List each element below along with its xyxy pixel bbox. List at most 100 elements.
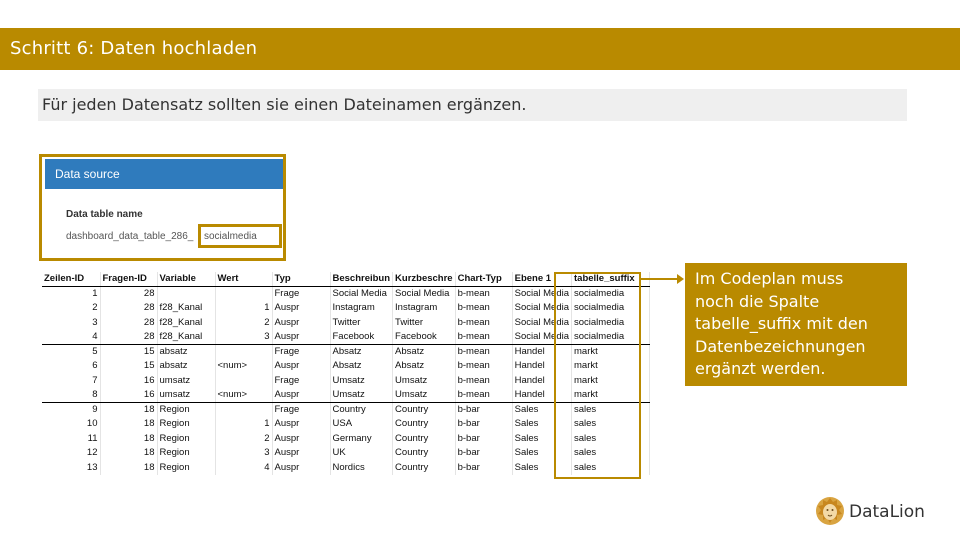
table-cell: Country — [392, 402, 456, 417]
data-source-title: Data source — [55, 167, 120, 181]
codeplan-table: Zeilen-ID Fragen-ID Variable Wert Typ Beschre… — [42, 272, 650, 475]
table-cell: b-bar — [455, 417, 513, 432]
table-cell: sales — [571, 460, 650, 475]
table-cell: b-mean — [455, 286, 513, 301]
table-cell: UK — [330, 446, 394, 461]
table-cell: Sales — [512, 431, 573, 446]
table-cell: 18 — [100, 402, 158, 417]
column-header: Fragen-ID — [100, 272, 158, 287]
table-cell: sales — [571, 402, 650, 417]
table-cell — [157, 286, 216, 301]
table-cell: Frage — [272, 373, 331, 388]
table-cell: Social Media — [512, 330, 573, 345]
slide-subtitle: Für jeden Datensatz sollten sie einen Da… — [42, 95, 527, 114]
table-cell: Frage — [272, 402, 331, 417]
table-cell: 28 — [100, 286, 158, 301]
table-cell: sales — [571, 431, 650, 446]
table-cell: 11 — [42, 431, 101, 446]
data-table-name-input[interactable] — [198, 224, 282, 248]
column-header: Chart-Typ — [455, 272, 513, 287]
table-row: 13 18 Region 4 Auspr Nordics Country b-bar Sales… — [42, 460, 650, 475]
table-cell: Auspr — [272, 417, 331, 432]
table-cell: Frage — [272, 286, 331, 301]
table-cell: Social Media — [392, 286, 456, 301]
table-cell: Germany — [330, 431, 394, 446]
column-header: Beschreibun — [330, 272, 394, 287]
table-cell — [215, 402, 273, 417]
table-cell: Country — [330, 402, 394, 417]
table-cell: Umsatz — [330, 373, 394, 388]
table-cell: 7 — [42, 373, 101, 388]
table-cell: markt — [571, 359, 650, 374]
table-cell: Twitter — [392, 315, 456, 330]
table-cell: umsatz — [157, 373, 216, 388]
table-cell: 2 — [215, 315, 273, 330]
table-cell: sales — [571, 446, 650, 461]
table-row: 7 16 umsatz Frage Umsatz Umsatz b-mean Handel ma… — [42, 373, 650, 388]
table-cell: Sales — [512, 417, 573, 432]
table-cell: 28 — [100, 315, 158, 330]
table-cell: Social Media — [512, 301, 573, 316]
table-cell: 9 — [42, 402, 101, 417]
table-cell: 13 — [42, 460, 101, 475]
table-cell: f28_Kanal — [157, 330, 216, 345]
table-cell: markt — [571, 388, 650, 403]
table-cell: 28 — [100, 301, 158, 316]
table-cell: socialmedia — [571, 286, 650, 301]
table-cell: 3 — [42, 315, 101, 330]
table-cell — [215, 286, 273, 301]
table-cell: Sales — [512, 402, 573, 417]
table-cell: Auspr — [272, 446, 331, 461]
column-header: Typ — [272, 272, 331, 287]
table-cell: f28_Kanal — [157, 315, 216, 330]
table-cell: b-bar — [455, 446, 513, 461]
table-cell: Handel — [512, 373, 573, 388]
table-cell: b-mean — [455, 373, 513, 388]
table-cell — [215, 373, 273, 388]
table-cell: 12 — [42, 446, 101, 461]
table-cell: Country — [392, 446, 456, 461]
table-cell: 3 — [215, 446, 273, 461]
table-cell: socialmedia — [571, 315, 650, 330]
data-table-prefix: dashboard_data_table_286_ — [66, 231, 194, 242]
table-cell: 10 — [42, 417, 101, 432]
table-cell: Facebook — [330, 330, 394, 345]
table-cell: 18 — [100, 460, 158, 475]
table-cell: Handel — [512, 344, 573, 359]
table-cell: Absatz — [392, 359, 456, 374]
table-cell: 15 — [100, 344, 158, 359]
column-header: Zeilen-ID — [42, 272, 101, 287]
logo-text: DataLion — [849, 502, 925, 522]
table-cell: Region — [157, 417, 216, 432]
data-source-header: Data source — [45, 159, 283, 189]
table-cell: Nordics — [330, 460, 394, 475]
table-cell: Instagram — [330, 301, 394, 316]
table-cell: f28_Kanal — [157, 301, 216, 316]
table-cell: 6 — [42, 359, 101, 374]
table-cell: absatz — [157, 344, 216, 359]
table-cell: b-mean — [455, 344, 513, 359]
table-cell: Absatz — [330, 359, 394, 374]
table-cell: Region — [157, 446, 216, 461]
table-cell: Auspr — [272, 460, 331, 475]
lion-icon — [816, 497, 844, 525]
table-row: 3 28 f28_Kanal 2 Auspr Twitter Twitter b-mean So… — [42, 315, 650, 330]
table-cell: socialmedia — [571, 301, 650, 316]
table-cell: Country — [392, 417, 456, 432]
table-cell: b-mean — [455, 315, 513, 330]
table-cell — [215, 344, 273, 359]
callout-line: Datenbezeichnungen — [695, 336, 866, 356]
table-cell: 1 — [42, 286, 101, 301]
table-row: 4 28 f28_Kanal 3 Auspr Facebook Facebook b-mean… — [42, 330, 650, 345]
table-cell: Social Media — [512, 315, 573, 330]
table-cell: Twitter — [330, 315, 394, 330]
table-row: 11 18 Region 2 Auspr Germany Country b-bar Sales… — [42, 431, 650, 446]
table-cell: Absatz — [330, 344, 394, 359]
table-cell: 2 — [42, 301, 101, 316]
table-row: 6 15 absatz <num> Auspr Absatz Absatz b-mean Han… — [42, 359, 650, 374]
table-cell: Auspr — [272, 301, 331, 316]
table-cell: Handel — [512, 388, 573, 403]
table-cell: Social Media — [512, 286, 573, 301]
column-header: Variable — [157, 272, 216, 287]
column-header: Wert — [215, 272, 273, 287]
